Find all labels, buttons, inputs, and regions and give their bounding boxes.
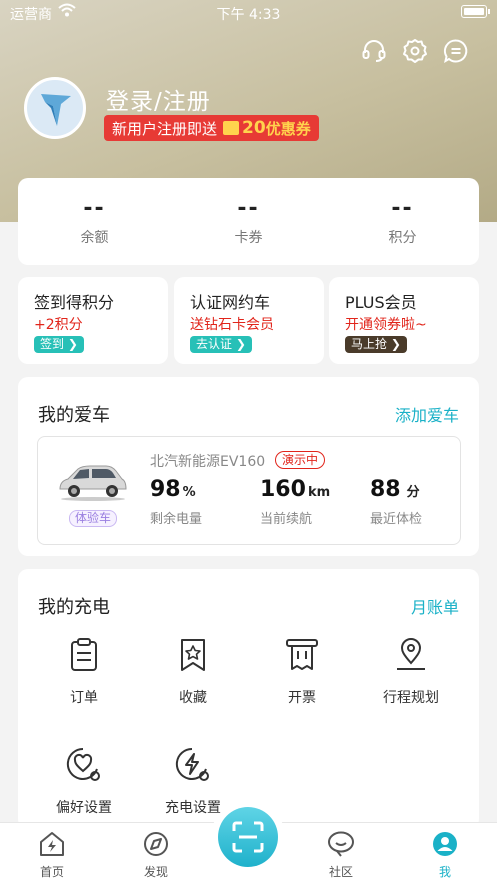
checkup-label: 最近体检 (370, 512, 423, 527)
login-register-link[interactable]: 登录/注册 (106, 82, 211, 116)
heart-settings-icon (66, 747, 100, 781)
promo-suffix: 优惠券 (265, 119, 311, 138)
chat-bubble-icon (328, 831, 354, 857)
charging-settings-item[interactable]: 充电设置 (148, 747, 238, 817)
location-pin-icon (397, 638, 425, 670)
range-value: 160 (260, 477, 306, 502)
tab-discover-label: 发现 (143, 865, 168, 879)
range-metric: 160 km 当前续航 (260, 477, 330, 527)
car-model: 北汽新能源EV160 (150, 454, 266, 470)
balance-value: -- (83, 196, 106, 221)
my-car-title: 我的爱车 (38, 405, 110, 426)
coupons-label: 卡券 (234, 230, 263, 246)
favorites-item[interactable]: 收藏 (148, 637, 238, 707)
message-icon[interactable] (443, 38, 469, 64)
preferences-item[interactable]: 偏好设置 (39, 747, 129, 817)
plus-button-label: 马上抢 (351, 337, 388, 351)
customer-service-icon[interactable] (361, 38, 387, 64)
checkin-card[interactable]: 签到得积分 +2积分 签到 ❯ (18, 277, 168, 364)
coupon-icon (223, 121, 240, 135)
checkup-unit: 分 (406, 485, 420, 500)
trial-car-badge: 体验车 (69, 510, 118, 527)
bookmark-star-icon (181, 639, 205, 671)
account-stats-card: -- 余额 -- 卡券 -- 积分 (18, 178, 479, 265)
promo-amount: 20 (242, 118, 266, 138)
my-charging-title: 我的充电 (38, 597, 110, 618)
coupons-stat[interactable]: -- 卡券 (172, 178, 325, 247)
checkup-value: 88 (370, 477, 401, 502)
clock: 下午 4:33 (216, 7, 281, 23)
receipt-icon (286, 639, 318, 670)
plus-member-card[interactable]: PLUS会员 开通领券啦~ 马上抢 ❯ (329, 277, 479, 364)
verify-title: 认证网约车 (190, 293, 271, 312)
invoice-item[interactable]: 开票 (257, 637, 347, 707)
status-bar: 运营商 下午 4:33 (0, 0, 497, 26)
plus-subtitle: 开通领券啦~ (345, 317, 427, 333)
battery-metric: 98% 剩余电量 (150, 477, 202, 527)
car-image (59, 465, 127, 501)
range-label: 当前续航 (260, 512, 313, 527)
tab-discover[interactable]: 发现 (121, 831, 191, 880)
profile-icon (433, 832, 457, 856)
trip-planning-label: 行程规划 (383, 690, 439, 706)
preferences-label: 偏好设置 (56, 800, 112, 816)
favorites-label: 收藏 (179, 690, 207, 706)
scan-icon (232, 821, 264, 853)
battery-icon (461, 5, 490, 18)
verify-ride-card[interactable]: 认证网约车 送钻石卡会员 去认证 ❯ (174, 277, 324, 364)
orders-label: 订单 (70, 690, 98, 706)
bolt-settings-icon (175, 747, 209, 781)
points-label: 积分 (388, 230, 417, 246)
compass-icon (144, 832, 168, 856)
points-value: -- (391, 196, 414, 221)
checkin-subtitle: +2积分 (34, 317, 83, 333)
gear-icon[interactable] (402, 38, 428, 64)
coupons-value: -- (237, 196, 260, 221)
my-car-section: 我的爱车 添加爱车 体验车 北汽新能源EV160 演示中 98% 剩余电量 16… (18, 377, 479, 556)
add-car-link[interactable]: 添加爱车 (395, 402, 459, 426)
tab-me[interactable]: 我 (410, 831, 480, 880)
vehicle-card[interactable]: 体验车 北汽新能源EV160 演示中 98% 剩余电量 160 km 当前续航 8… (37, 436, 461, 545)
trip-planning-item[interactable]: 行程规划 (366, 637, 456, 707)
plus-button[interactable]: 马上抢 ❯ (345, 336, 407, 353)
verify-button[interactable]: 去认证 ❯ (190, 336, 252, 353)
checkin-button[interactable]: 签到 ❯ (34, 336, 84, 353)
checkup-metric: 88 分 最近体检 (370, 477, 422, 527)
battery-value: 98 (150, 477, 181, 502)
verify-subtitle: 送钻石卡会员 (190, 317, 274, 333)
balance-label: 余额 (80, 230, 109, 246)
my-charging-section: 我的充电 月账单 订单 收藏 开票 行程规划 偏好设置 充电设置 (18, 569, 479, 829)
demo-status-badge: 演示中 (275, 451, 326, 469)
points-stat[interactable]: -- 积分 (326, 178, 479, 247)
clipboard-icon (71, 638, 97, 671)
tab-me-label: 我 (438, 865, 451, 879)
checkin-button-label: 签到 (40, 337, 65, 351)
tab-home-label: 首页 (39, 865, 64, 879)
invoice-label: 开票 (288, 690, 316, 706)
new-user-promo-banner[interactable]: 新用户注册即送 20 优惠券 (104, 115, 319, 141)
range-unit: km (307, 485, 331, 500)
verify-button-label: 去认证 (196, 337, 233, 351)
promo-text: 新用户注册即送 (112, 119, 218, 138)
tab-community[interactable]: 社区 (306, 831, 376, 880)
home-bolt-icon (40, 832, 64, 856)
battery-label: 剩余电量 (150, 512, 203, 527)
avatar[interactable] (24, 77, 86, 139)
scan-circle (218, 807, 278, 867)
balance-stat[interactable]: -- 余额 (18, 178, 171, 247)
battery-unit: % (182, 485, 196, 500)
plus-title: PLUS会员 (345, 293, 417, 312)
monthly-bill-link[interactable]: 月账单 (411, 594, 459, 618)
checkin-title: 签到得积分 (34, 293, 115, 312)
orders-item[interactable]: 订单 (39, 637, 129, 707)
scan-button[interactable] (211, 800, 285, 874)
tab-community-label: 社区 (328, 865, 353, 879)
brand-logo-icon (41, 94, 71, 126)
tab-home[interactable]: 首页 (17, 831, 87, 880)
